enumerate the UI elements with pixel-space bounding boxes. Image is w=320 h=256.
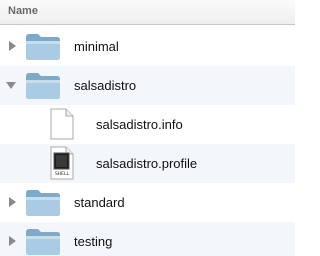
name-column-header[interactable]: Name [8,5,38,17]
disclosure-triangle-collapsed-icon[interactable] [7,41,17,51]
folder-label: salsadistro [74,78,137,93]
folder-label: minimal [74,39,119,54]
file-label: salsadistro.info [96,117,183,132]
disclosure-triangle-expanded-icon[interactable] [6,80,16,90]
shell-script-icon: SHELL [50,146,74,180]
shell-icon-caption: SHELL [55,171,70,177]
folder-row-testing[interactable]: testing [0,222,295,256]
disclosure-triangle-collapsed-icon[interactable] [7,236,17,246]
file-row-salsadistro-info[interactable]: salsadistro.info [0,105,295,144]
file-row-salsadistro-profile[interactable]: SHELL salsadistro.profile [0,144,295,183]
folder-label: testing [74,234,113,249]
folder-label: standard [74,195,125,210]
column-header[interactable]: Name [0,0,295,25]
folder-icon [26,34,60,60]
folder-icon [26,190,60,216]
folder-row-standard[interactable]: standard [0,183,295,222]
folder-icon [26,73,60,99]
document-icon [50,108,74,140]
folder-icon [26,229,60,255]
file-label: salsadistro.profile [96,156,198,171]
folder-row-salsadistro[interactable]: salsadistro [0,66,295,105]
disclosure-triangle-collapsed-icon[interactable] [7,197,17,207]
file-browser: Name minimal salsadistro salsadistro.inf… [0,0,295,256]
folder-row-minimal[interactable]: minimal [0,27,295,66]
